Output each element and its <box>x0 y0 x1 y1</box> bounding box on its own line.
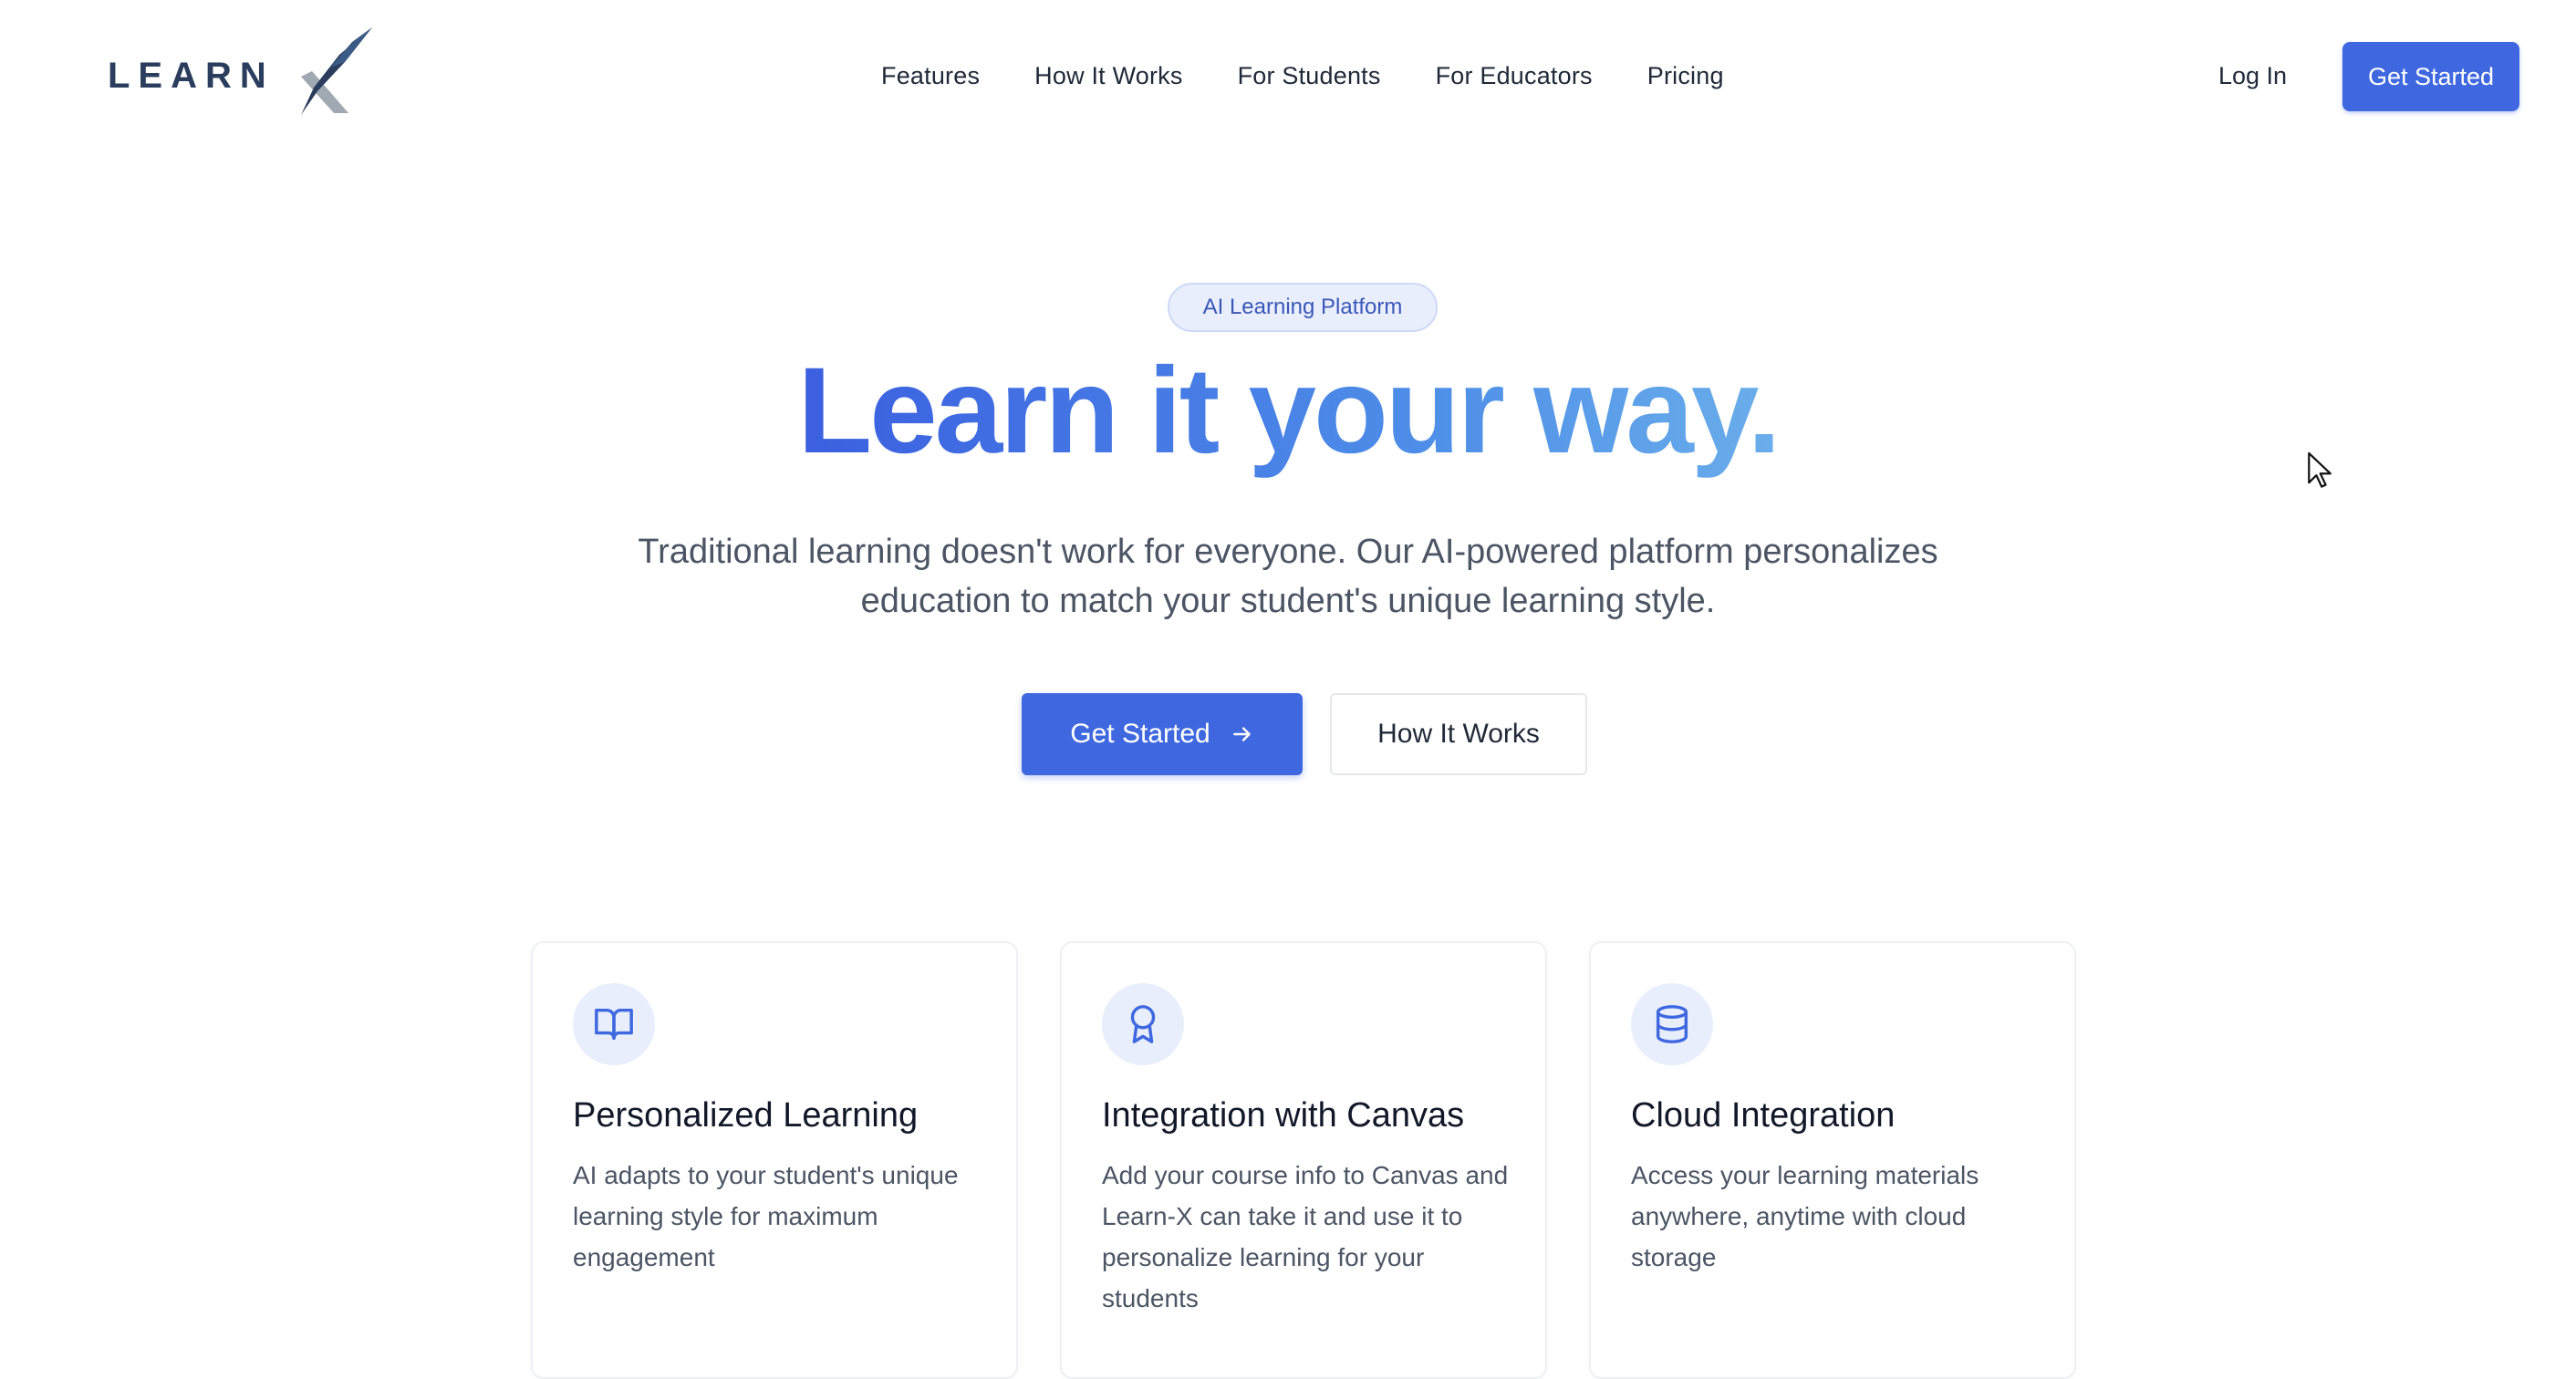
book-open-icon <box>595 1008 633 1041</box>
hero-get-started-button[interactable]: Get Started <box>1022 693 1303 775</box>
feature-title: Cloud Integration <box>1631 1096 1896 1135</box>
nav-link-features[interactable]: Features <box>881 62 980 90</box>
feature-description: Add your course info to Canvas and Learn… <box>1102 1161 1509 1312</box>
hero-subheadline: Traditional learning doesn't work for ev… <box>638 533 1938 620</box>
feature-icon-badge <box>1102 983 1184 1065</box>
feature-card-cloud-integration: Cloud Integration Access your learning m… <box>1589 941 2076 1379</box>
nav-link-for-educators[interactable]: For Educators <box>1436 62 1593 90</box>
learnx-logo-graphic: LEARN <box>108 27 372 115</box>
hero-headline: Learn it your way. <box>0 350 2576 472</box>
feature-description: AI adapts to your student's unique learn… <box>573 1161 959 1271</box>
nav-link-pricing[interactable]: Pricing <box>1647 62 1724 90</box>
feature-icon-badge <box>573 983 655 1065</box>
nav-link-for-students[interactable]: For Students <box>1238 62 1381 90</box>
learnx-logo[interactable]: LEARN <box>106 24 379 119</box>
hero-how-it-works-button[interactable]: How It Works <box>1330 693 1587 775</box>
feature-card-personalized-learning: Personalized Learning AI adapts to your … <box>531 941 1018 1379</box>
hero-headline-text: Learn it your way. <box>797 343 1781 479</box>
main-nav: Features How It Works For Students For E… <box>881 62 1724 90</box>
feature-card-canvas-integration: Integration with Canvas Add your course … <box>1060 941 1547 1379</box>
hero-get-started-label: Get Started <box>1070 719 1210 749</box>
login-link[interactable]: Log In <box>2218 62 2287 90</box>
logo-x-stroke-highlight <box>330 27 372 67</box>
top-navbar: LEARN Features How It Works For Students… <box>0 0 2576 155</box>
arrow-right-icon <box>1232 727 1251 741</box>
mouse-pointer-icon <box>2308 451 2332 488</box>
award-icon <box>1130 1005 1156 1043</box>
logo-wordmark: LEARN <box>108 56 275 96</box>
database-icon <box>1656 1005 1688 1043</box>
feature-title: Personalized Learning <box>573 1096 919 1135</box>
nav-link-how-it-works[interactable]: How It Works <box>1034 62 1182 90</box>
nav-get-started-button[interactable]: Get Started <box>2342 42 2519 111</box>
feature-description: Access your learning materials anywhere,… <box>1631 1161 1979 1271</box>
feature-title: Integration with Canvas <box>1102 1096 1465 1135</box>
feature-icon-badge <box>1631 983 1713 1065</box>
hero-badge: AI Learning Platform <box>1168 283 1438 332</box>
